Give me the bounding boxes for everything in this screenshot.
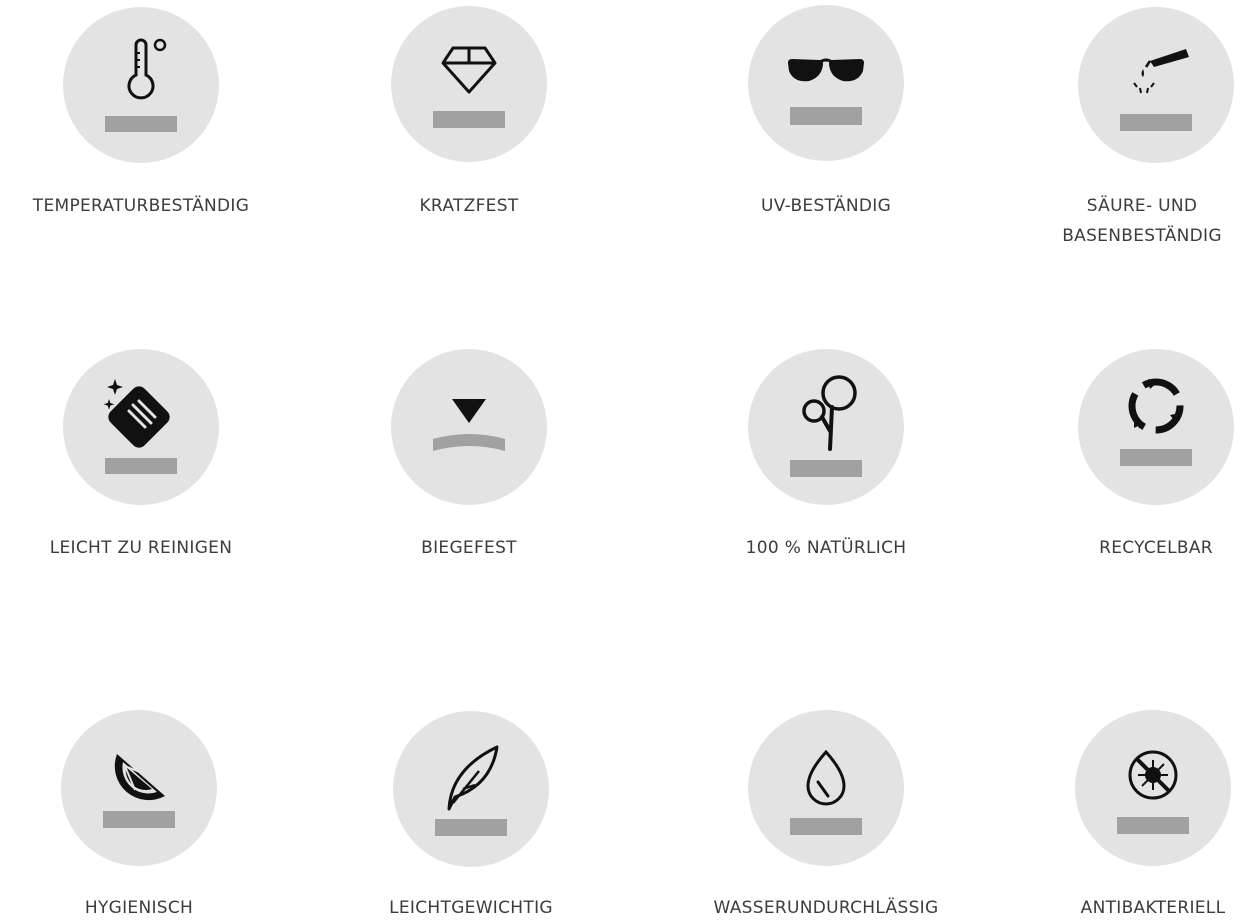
no-bacteria-icon <box>1117 750 1189 834</box>
feature-label: RECYCELBAR <box>1099 538 1213 558</box>
feature-label: WASSERUNDURCHLÄSSIG <box>713 898 939 918</box>
feature-circle <box>63 7 219 163</box>
diamond-icon <box>433 46 505 128</box>
feather-icon <box>435 745 507 836</box>
feature-label: TEMPERATURBESTÄNDIG <box>32 196 250 216</box>
feature-circle <box>391 349 547 505</box>
bend-icon <box>433 399 505 451</box>
sunglasses-icon <box>788 58 864 125</box>
thermometer-icon <box>105 38 177 132</box>
feature-label: LEICHTGEWICHTIG <box>389 898 553 918</box>
recycle-icon <box>1120 378 1192 466</box>
feature-label: SÄURE- UND BASENBESTÄNDIG <box>1062 196 1222 246</box>
citrus-slice-icon <box>103 754 175 828</box>
feature-label: HYGIENISCH <box>84 898 194 918</box>
feature-label: BIEGEFEST <box>421 538 517 558</box>
feature-circle <box>1078 7 1234 163</box>
acid-drip-icon <box>1120 49 1192 131</box>
tree-icon <box>790 375 862 477</box>
feature-circle <box>748 710 904 866</box>
feature-label: 100 % NATÜRLICH <box>745 538 907 558</box>
feature-circle <box>1075 710 1231 866</box>
water-drop-icon <box>790 749 862 835</box>
feature-circle <box>391 6 547 162</box>
feature-grid: TEMPERATURBESTÄNDIG KRATZFEST UV-BESTÄND… <box>0 0 1249 924</box>
feature-label: UV-BESTÄNDIG <box>760 196 892 216</box>
feature-circle <box>1078 349 1234 505</box>
feature-label: KRATZFEST <box>419 196 519 216</box>
feature-label: ANTIBAKTERIELL <box>1080 898 1226 918</box>
feature-circle <box>63 349 219 505</box>
feature-circle <box>393 711 549 867</box>
feature-circle <box>61 710 217 866</box>
feature-circle <box>748 349 904 505</box>
feature-label: LEICHT ZU REINIGEN <box>49 538 233 558</box>
feature-circle <box>748 5 904 161</box>
cleaning-cloth-icon <box>103 379 177 474</box>
